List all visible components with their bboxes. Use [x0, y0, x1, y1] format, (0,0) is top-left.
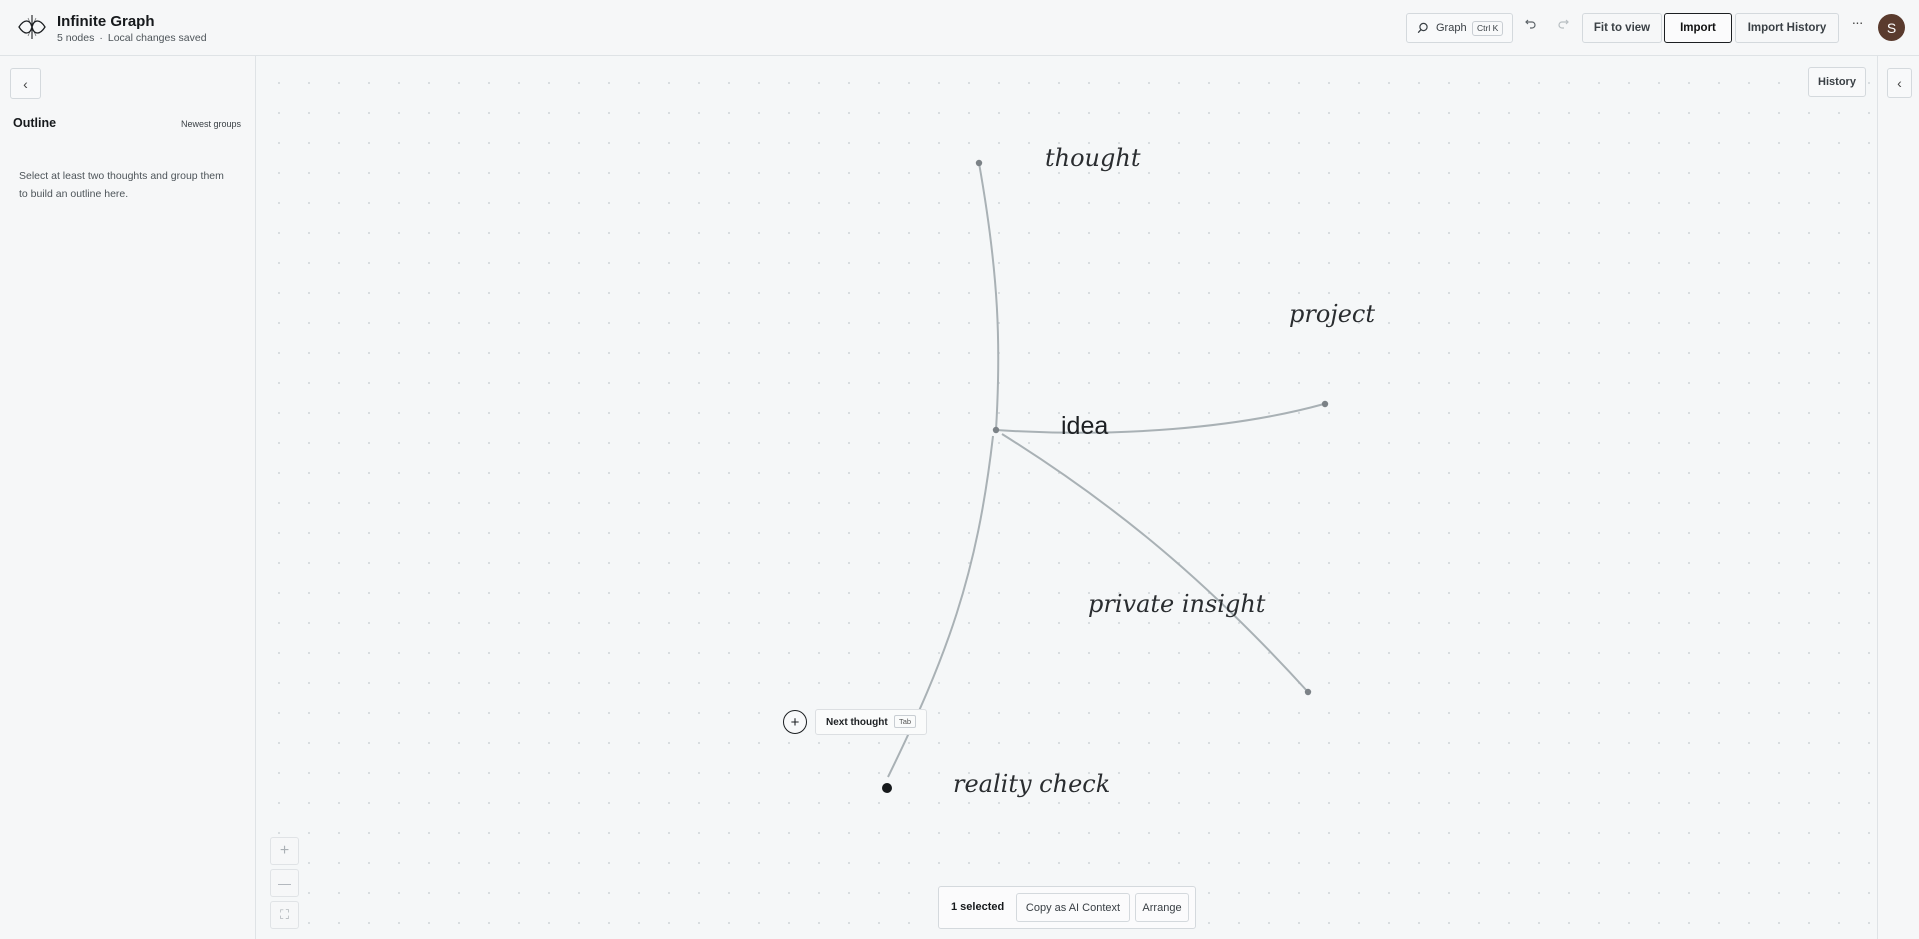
user-avatar[interactable]: S — [1878, 14, 1905, 41]
node-dot-idea — [992, 426, 1000, 434]
chevron-left-icon: ‹ — [1897, 75, 1902, 91]
save-status: Local changes saved — [107, 32, 207, 44]
edge-idea-thought — [978, 162, 1000, 431]
status-separator: · — [99, 32, 103, 44]
zoom-out-icon: — — [278, 875, 291, 891]
graph-canvas[interactable]: History idea thought project private ins… — [257, 56, 1877, 939]
copy-as-ai-context-button[interactable]: Copy as AI Context — [1016, 893, 1130, 922]
outline-title: Outline — [13, 116, 57, 130]
arrange-button[interactable]: Arrange — [1135, 893, 1189, 922]
redo-button[interactable] — [1554, 16, 1572, 36]
infinite-graph-logo-icon — [18, 15, 46, 39]
search-label: Graph — [1436, 22, 1467, 34]
search-icon — [1417, 22, 1428, 33]
outline-sort-toggle[interactable]: Newest groups — [181, 119, 241, 129]
zoom-out-button[interactable]: — — [270, 869, 299, 897]
undo-button[interactable] — [1522, 16, 1540, 36]
node-count: 5 nodes — [57, 32, 95, 44]
fit-to-view-button[interactable]: Fit to view — [1582, 13, 1662, 43]
next-thought-label: Next thought — [826, 717, 888, 728]
node-dot-private-insight — [1304, 688, 1312, 696]
outline-sidebar: ‹ Outline Newest groups Select at least … — [0, 56, 256, 939]
node-label-reality-check[interactable]: reality check — [953, 770, 1110, 798]
edge-idea-private-insight — [1001, 433, 1309, 693]
node-label-thought[interactable]: thought — [1045, 144, 1140, 172]
search-shortcut-hint: Ctrl K — [1472, 21, 1504, 36]
graph-status: 5 nodes · Local changes saved — [57, 32, 207, 44]
next-thought-shortcut-hint: Tab — [894, 715, 917, 728]
add-thought-button[interactable]: + — [783, 710, 807, 734]
right-panel-rail: ‹ — [1877, 56, 1919, 939]
zoom-fit-button[interactable]: ⛶ — [270, 901, 299, 929]
selection-toolbar: 1 selected Copy as AI Context Arrange — [938, 886, 1196, 929]
more-menu-button[interactable]: ··· — [1847, 14, 1867, 38]
undo-icon — [1525, 19, 1536, 29]
zoom-in-button[interactable]: + — [270, 837, 299, 865]
redo-icon — [1558, 19, 1569, 29]
selection-count: 1 selected — [951, 901, 1005, 913]
expand-right-panel-button[interactable]: ‹ — [1887, 68, 1912, 98]
zoom-in-icon: + — [279, 842, 290, 859]
fullscreen-icon: ⛶ — [279, 907, 290, 922]
collapse-sidebar-button[interactable]: ‹ — [10, 68, 41, 99]
edge-idea-project — [995, 403, 1325, 434]
plus-icon: + — [790, 713, 800, 731]
node-dot-project — [1321, 400, 1329, 408]
graph-search-button[interactable]: Graph Ctrl K — [1406, 13, 1513, 43]
node-label-idea[interactable]: idea — [1061, 412, 1108, 441]
graph-edges — [882, 159, 1329, 793]
chevron-left-icon: ‹ — [23, 75, 28, 92]
node-dot-thought — [975, 159, 983, 167]
node-dot-reality-check — [882, 783, 892, 793]
node-label-private-insight[interactable]: private insight — [1088, 590, 1265, 618]
node-label-project[interactable]: project — [1289, 300, 1375, 328]
outline-empty-state: Select at least two thoughts and group t… — [19, 170, 224, 200]
app-title: Infinite Graph — [57, 13, 155, 30]
import-button[interactable]: Import — [1664, 13, 1732, 43]
next-thought-button[interactable]: Next thought Tab — [815, 709, 927, 735]
import-history-button[interactable]: Import History — [1735, 13, 1839, 43]
top-bar: Infinite Graph 5 nodes · Local changes sav… — [0, 0, 1919, 56]
